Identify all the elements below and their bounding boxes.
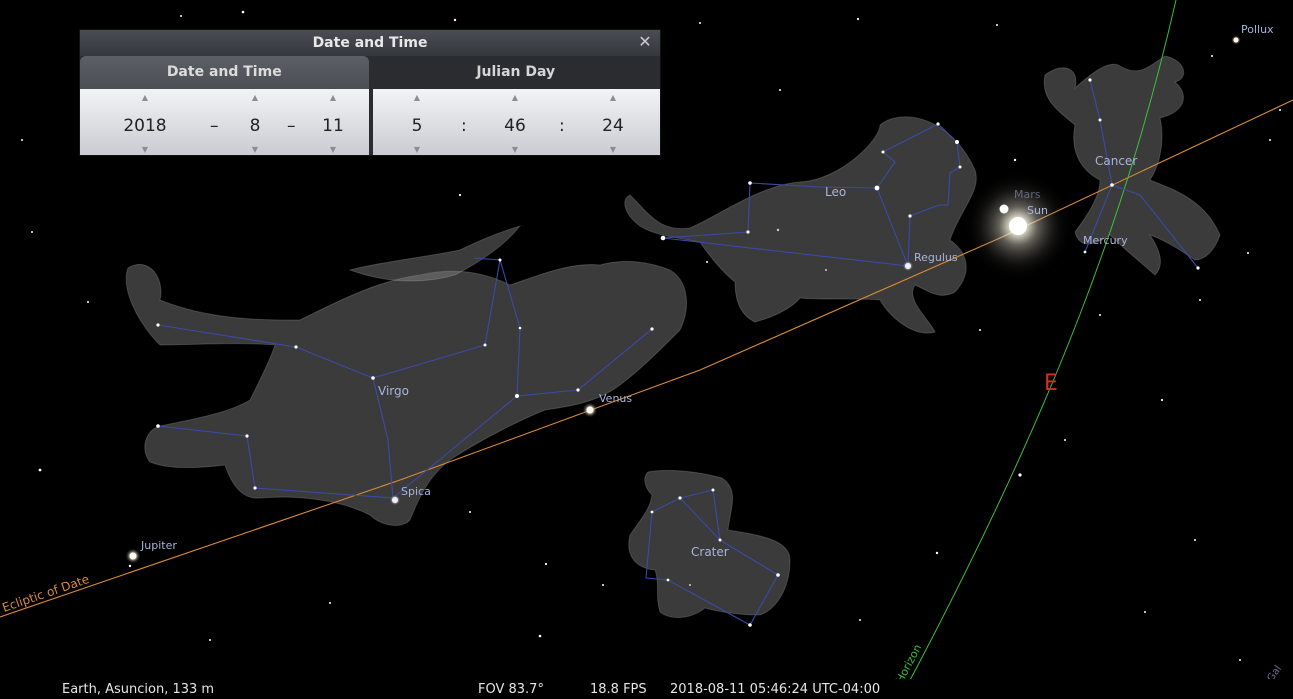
year-up-arrow-icon[interactable]: ▲	[110, 93, 180, 103]
label-regulus: Regulus	[914, 251, 958, 264]
label-cancer: Cancer	[1095, 154, 1137, 168]
year-spinbox[interactable]: ▲ 2018 ▼	[110, 89, 180, 155]
label-jupiter: Jupiter	[140, 539, 177, 552]
status-datetime: 2018-08-11 05:46:24 UTC-04:00	[670, 682, 881, 697]
month-down-arrow-icon[interactable]: ▼	[235, 145, 275, 155]
label-pollux: Pollux	[1241, 23, 1274, 36]
month-spinbox[interactable]: ▲ 8 ▼	[235, 89, 275, 155]
minute-up-arrow-icon[interactable]: ▲	[495, 93, 535, 103]
venus-core	[586, 406, 594, 414]
status-location: Earth, Asuncion, 133 m	[62, 682, 215, 697]
date-time-dialog: Date and Time ✕ Date and Time Julian Day…	[80, 30, 660, 155]
hour-up-arrow-icon[interactable]: ▲	[397, 93, 437, 103]
date-separator: –	[287, 116, 296, 136]
dialog-title: Date and Time	[312, 35, 428, 51]
hour-down-arrow-icon[interactable]: ▼	[397, 145, 437, 155]
spica-core	[392, 497, 398, 503]
label-mercury: Mercury	[1083, 234, 1128, 247]
year-value[interactable]: 2018	[110, 113, 180, 139]
label-virgo: Virgo	[378, 384, 409, 398]
time-separator: :	[559, 116, 565, 136]
minute-down-arrow-icon[interactable]: ▼	[495, 145, 535, 155]
second-value[interactable]: 24	[593, 113, 633, 139]
cardinal-east: E	[1044, 371, 1058, 396]
jupiter-core	[129, 552, 137, 560]
day-down-arrow-icon[interactable]: ▼	[313, 145, 353, 155]
year-down-arrow-icon[interactable]: ▼	[110, 145, 180, 155]
label-venus: Venus	[599, 392, 632, 405]
hour-spinbox[interactable]: ▲ 5 ▼	[397, 89, 437, 155]
minute-value[interactable]: 46	[495, 113, 535, 139]
regulus-core	[905, 263, 911, 269]
label-ecliptic: Ecliptic of Date	[0, 572, 91, 615]
time-separator: :	[461, 116, 467, 136]
tab-julian-day[interactable]: Julian Day	[372, 56, 661, 89]
status-bar: Earth, Asuncion, 133 m FOV 83.7° 18.8 FP…	[0, 679, 1293, 699]
label-leo: Leo	[825, 185, 846, 199]
dialog-titlebar[interactable]: Date and Time ✕	[80, 30, 660, 56]
minute-spinbox[interactable]: ▲ 46 ▼	[495, 89, 535, 155]
label-mars: Mars	[1014, 188, 1041, 201]
second-up-arrow-icon[interactable]: ▲	[593, 93, 633, 103]
label-crater: Crater	[691, 545, 729, 559]
day-up-arrow-icon[interactable]: ▲	[313, 93, 353, 103]
hour-value[interactable]: 5	[397, 113, 437, 139]
date-separator: –	[210, 116, 219, 136]
month-up-arrow-icon[interactable]: ▲	[235, 93, 275, 103]
label-spica: Spica	[401, 485, 431, 498]
second-down-arrow-icon[interactable]: ▼	[593, 145, 633, 155]
close-icon[interactable]: ✕	[636, 33, 654, 51]
status-fov: FOV 83.7°	[478, 682, 544, 697]
month-value[interactable]: 8	[235, 113, 275, 139]
time-panel: ▲ 5 ▼ : ▲ 46 ▼ : ▲ 24 ▼	[373, 89, 660, 155]
second-spinbox[interactable]: ▲ 24 ▼	[593, 89, 633, 155]
day-spinbox[interactable]: ▲ 11 ▼	[313, 89, 353, 155]
tab-date-and-time[interactable]: Date and Time	[80, 56, 369, 89]
day-value[interactable]: 11	[313, 113, 353, 139]
status-fps: 18.8 FPS	[590, 682, 647, 697]
label-sun: Sun	[1027, 204, 1048, 217]
mercury-dot[interactable]	[999, 204, 1009, 214]
pollux-core	[1233, 37, 1239, 43]
date-panel: ▲ 2018 ▼ – ▲ 8 ▼ – ▲ 11 ▼	[80, 89, 369, 155]
dialog-tabs: Date and Time Julian Day	[80, 56, 660, 89]
